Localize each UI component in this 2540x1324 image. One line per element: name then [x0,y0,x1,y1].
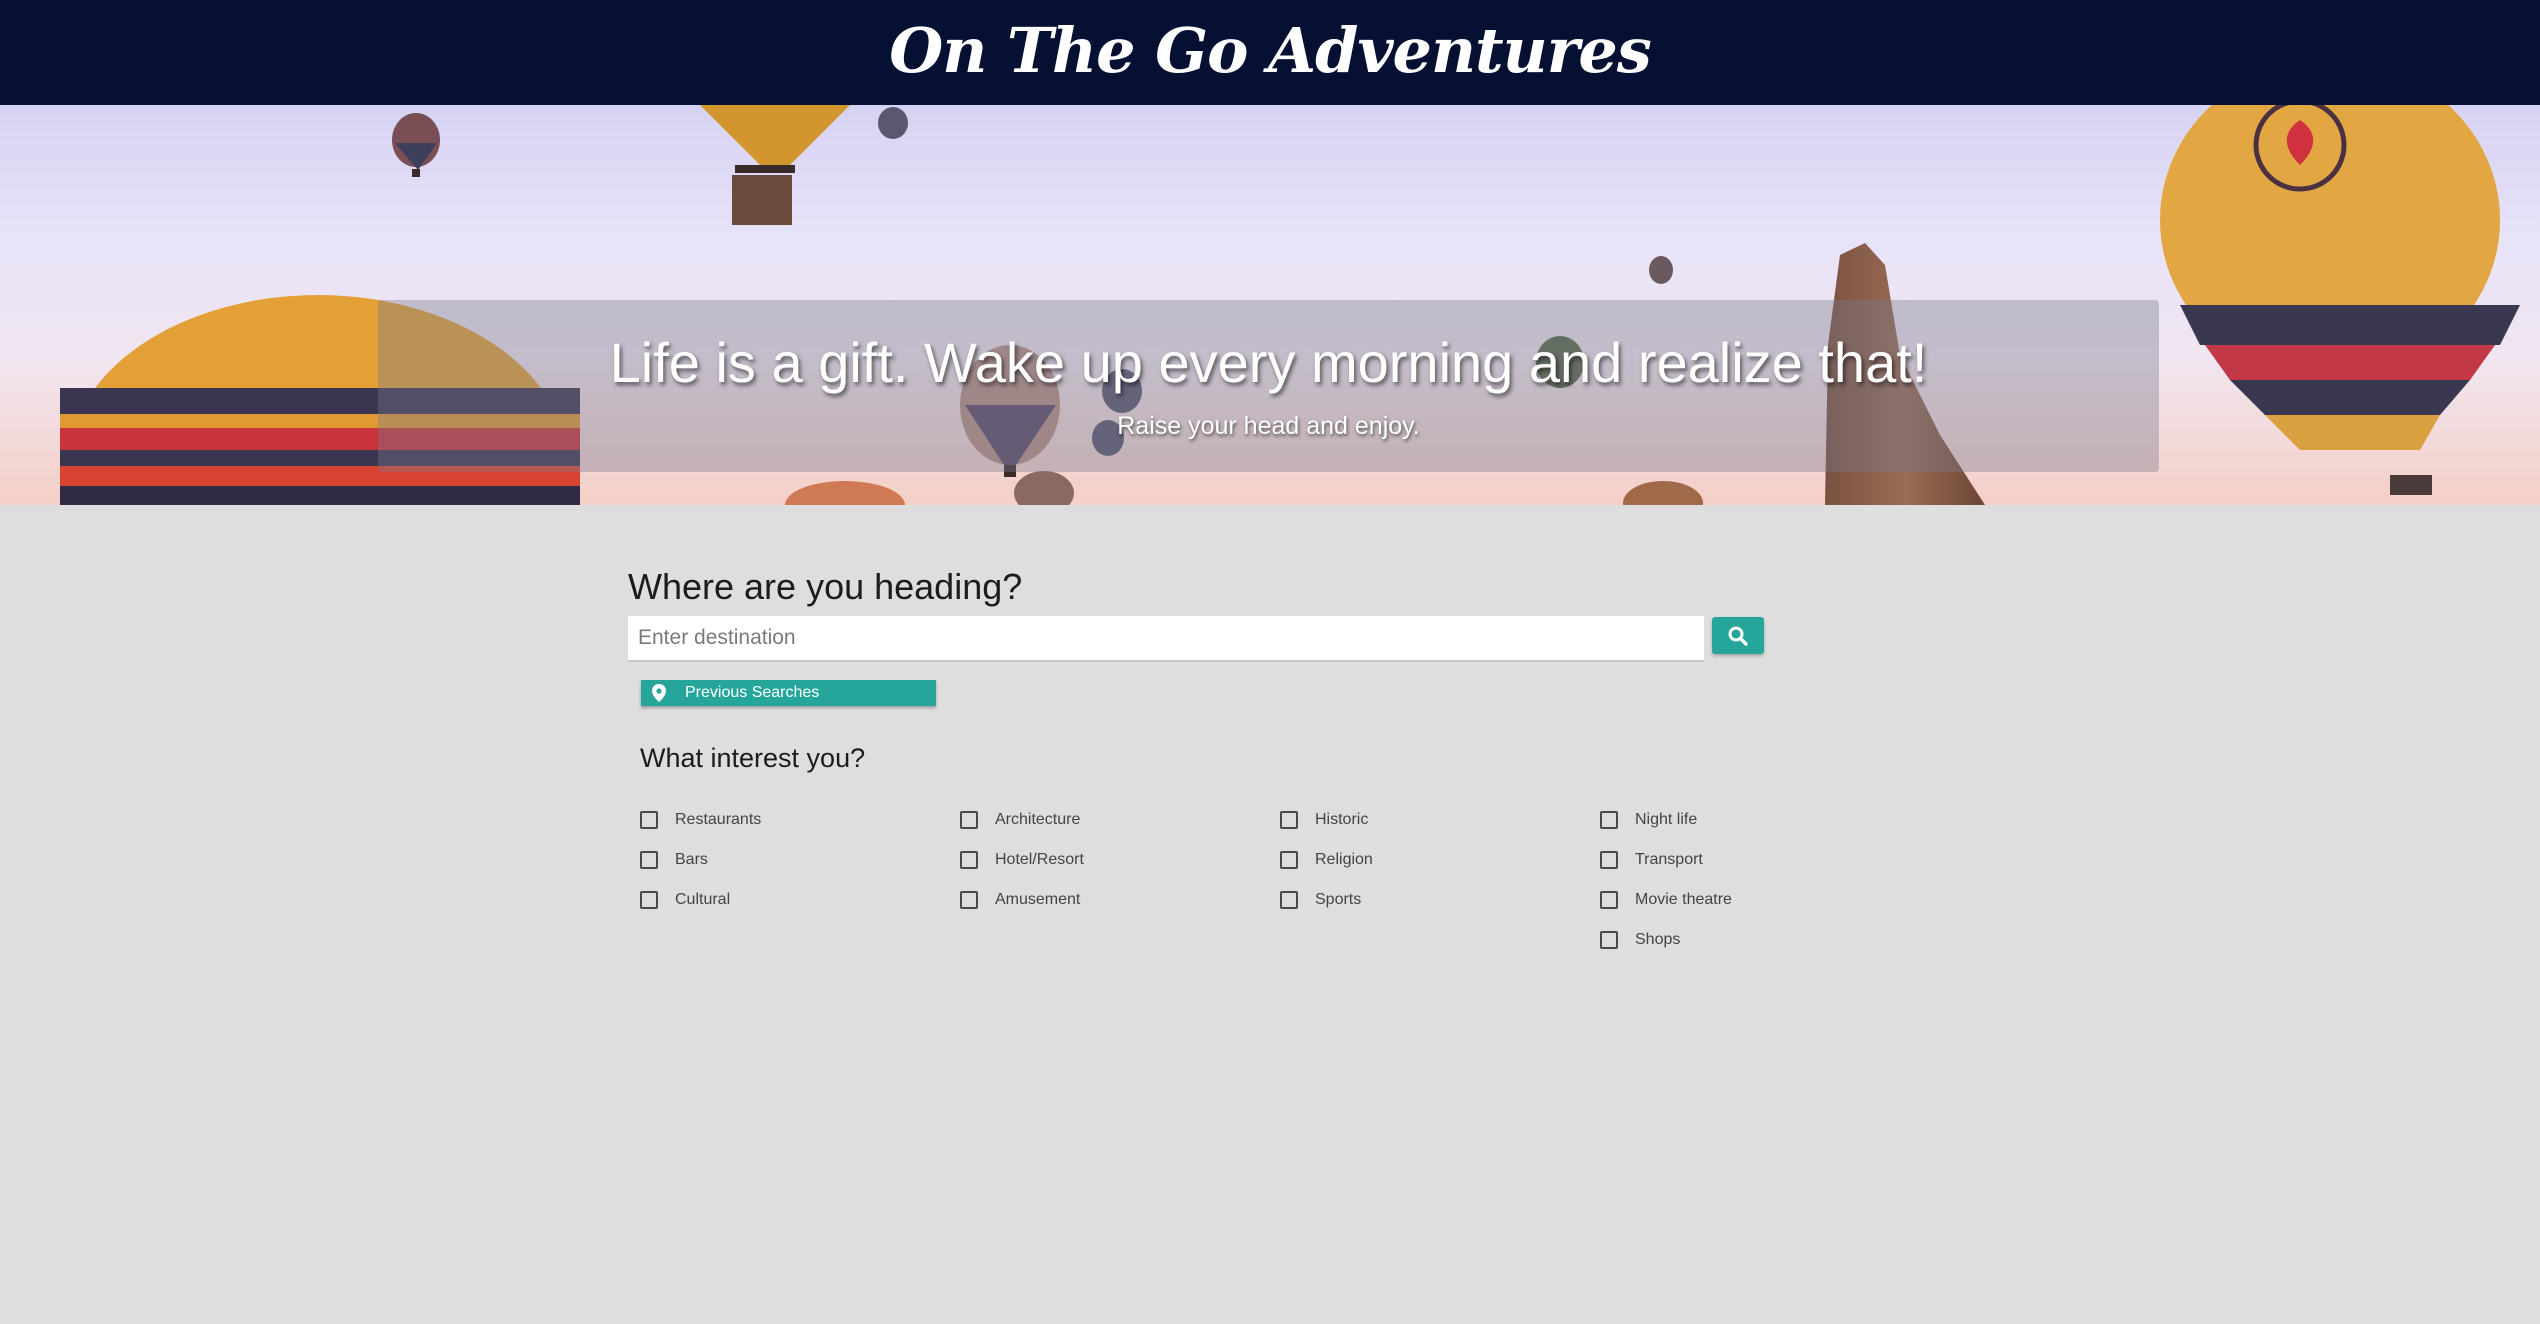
interest-label: Religion [1315,851,1373,868]
site-title[interactable]: On The Go Adventures [889,14,1652,87]
interest-column-3: Historic Religion Sports [1280,800,1580,920]
interest-label: Transport [1635,851,1703,868]
checkbox[interactable] [1600,851,1618,869]
checkbox[interactable] [960,851,978,869]
site-header: On The Go Adventures [0,0,2540,105]
interest-column-4: Night life Transport Movie theatre Shops [1600,800,1900,960]
interest-option[interactable]: Movie theatre [1600,880,1900,920]
checkbox[interactable] [640,811,658,829]
search-button[interactable] [1712,617,1764,654]
interest-label: Amusement [995,891,1081,908]
interest-option[interactable]: Cultural [640,880,940,920]
interest-label: Shops [1635,931,1681,948]
interest-label: Movie theatre [1635,891,1732,908]
hero-quote: Life is a gift. Wake up every morning an… [609,331,1928,394]
checkbox[interactable] [640,891,658,909]
interest-option[interactable]: Shops [1600,920,1900,960]
interest-label: Night life [1635,811,1698,828]
interest-label: Historic [1315,811,1369,828]
destination-search-input[interactable] [628,616,1704,662]
hero-section: Life is a gift. Wake up every morning an… [0,105,2540,505]
search-heading: Where are you heading? [628,566,1023,607]
interest-option[interactable]: Restaurants [640,800,940,840]
interest-option[interactable]: Architecture [960,800,1260,840]
checkbox[interactable] [1280,891,1298,909]
interest-label: Cultural [675,891,731,908]
interest-option[interactable]: Hotel/Resort [960,840,1260,880]
checkbox[interactable] [960,891,978,909]
interests-heading: What interest you? [640,743,866,773]
interest-option[interactable]: Night life [1600,800,1900,840]
checkbox[interactable] [960,811,978,829]
balloon-large-right [2160,105,2520,495]
hero-subtitle: Raise your head and enjoy. [1117,412,1420,440]
previous-searches-button[interactable]: Previous Searches [641,680,936,706]
checkbox[interactable] [1600,891,1618,909]
checkbox[interactable] [1600,811,1618,829]
interest-option[interactable]: Historic [1280,800,1580,840]
interest-label: Restaurants [675,811,762,828]
interest-label: Hotel/Resort [995,851,1084,868]
checkbox[interactable] [1280,851,1298,869]
previous-searches-label: Previous Searches [685,684,820,701]
interest-option[interactable]: Sports [1280,880,1580,920]
checkbox[interactable] [1280,811,1298,829]
interest-label: Architecture [995,811,1081,828]
interest-column-1: Restaurants Bars Cultural [640,800,940,920]
interest-option[interactable]: Bars [640,840,940,880]
search-icon [1728,626,1748,646]
location-pin-icon [647,684,671,702]
interest-option[interactable]: Transport [1600,840,1900,880]
checkbox[interactable] [640,851,658,869]
interest-label: Sports [1315,891,1362,908]
interest-label: Bars [675,851,708,868]
hero-banner: Life is a gift. Wake up every morning an… [378,300,2159,472]
checkbox[interactable] [1600,931,1618,949]
interest-option[interactable]: Religion [1280,840,1580,880]
interest-column-2: Architecture Hotel/Resort Amusement [960,800,1260,920]
interest-option[interactable]: Amusement [960,880,1260,920]
